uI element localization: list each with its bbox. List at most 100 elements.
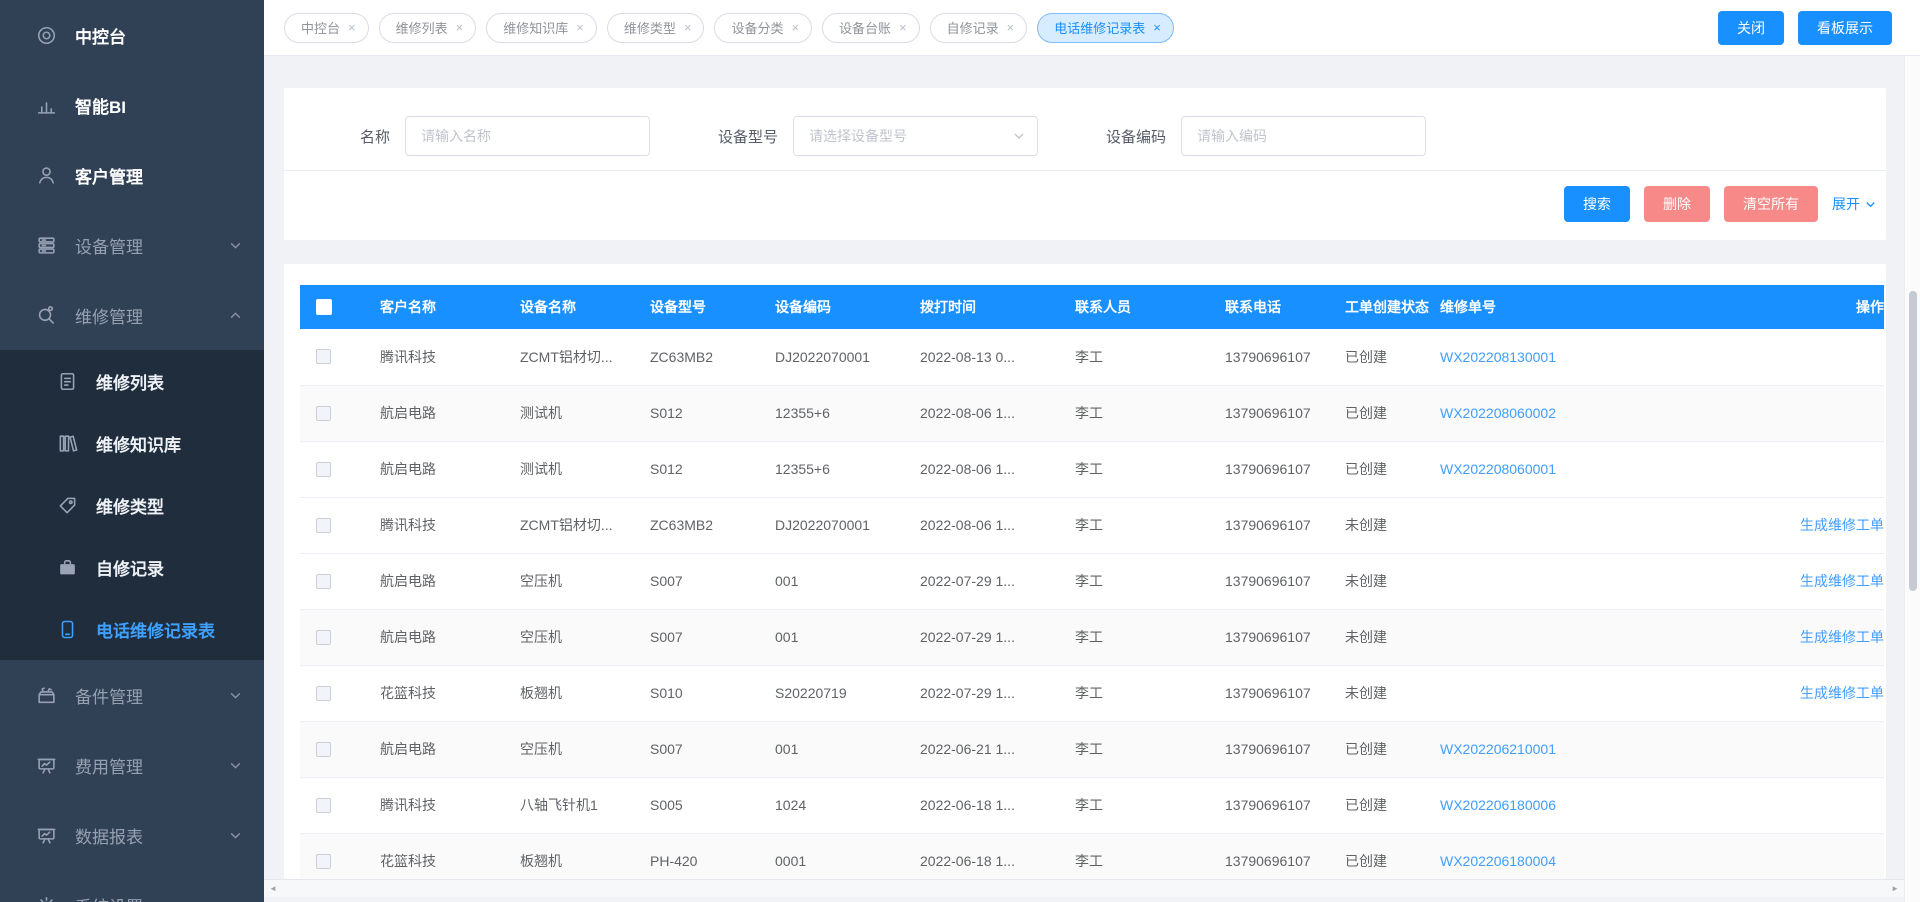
column-header: 设备编码 [775, 285, 920, 329]
cell-time: 2022-07-29 1... [920, 553, 1075, 609]
sidebar-item[interactable]: 备件管理 [0, 660, 264, 730]
tab[interactable]: 设备分类× [714, 13, 812, 43]
model-select-placeholder: 请选择设备型号 [809, 126, 907, 146]
cell-time: 2022-08-06 1... [920, 497, 1075, 553]
cell-contact: 李工 [1075, 721, 1225, 777]
sidebar-item[interactable]: 客户管理 [0, 140, 264, 210]
name-input[interactable] [405, 116, 650, 156]
tab-close-icon[interactable]: × [899, 20, 907, 35]
close-button[interactable]: 关闭 [1718, 11, 1784, 45]
tab[interactable]: 中控台× [284, 13, 369, 43]
chevron-up-icon [229, 309, 242, 322]
board-display-button[interactable]: 看板展示 [1798, 11, 1892, 45]
cell-customer: 航启电路 [380, 385, 520, 441]
cell-customer: 航启电路 [380, 609, 520, 665]
delete-button[interactable]: 删除 [1644, 186, 1710, 222]
sidebar-item[interactable]: 设备管理 [0, 210, 264, 280]
horizontal-scrollbar[interactable]: ◄ ► [264, 879, 1904, 897]
table-row: 花篮科技板翘机S010S202207192022-07-29 1...李工137… [300, 665, 1884, 721]
tab-close-icon[interactable]: × [791, 20, 799, 35]
row-checkbox[interactable] [316, 518, 331, 533]
repair-order-link[interactable]: WX202206210001 [1440, 741, 1556, 757]
row-checkbox[interactable] [316, 462, 331, 477]
sidebar-item[interactable]: 数据报表 [0, 800, 264, 870]
cell-code: 001 [775, 721, 920, 777]
row-checkbox[interactable] [316, 742, 331, 757]
repair-order-link[interactable]: WX202208060002 [1440, 405, 1556, 421]
chevron-down-icon [229, 829, 242, 842]
sidebar-subitem[interactable]: 电话维修记录表 [0, 598, 264, 660]
tab[interactable]: 维修列表× [379, 13, 477, 43]
row-checkbox[interactable] [316, 630, 331, 645]
code-input[interactable] [1181, 116, 1426, 156]
sidebar-item[interactable]: 费用管理 [0, 730, 264, 800]
column-header: 操作 [1650, 285, 1884, 329]
cell-order: WX202206180006 [1440, 777, 1650, 833]
sidebar-subitem[interactable]: 维修知识库 [0, 412, 264, 474]
tab-close-icon[interactable]: × [576, 20, 584, 35]
vertical-scrollbar[interactable] [1904, 56, 1920, 902]
cell-phone: 13790696107 [1225, 329, 1345, 385]
sidebar-subitem[interactable]: 自修记录 [0, 536, 264, 598]
tab[interactable]: 自修记录× [930, 13, 1028, 43]
chevron-down-icon [229, 759, 242, 772]
cell-action: 生成维修工单 [1650, 665, 1884, 721]
column-header: 设备名称 [520, 285, 650, 329]
customer-icon [36, 164, 60, 186]
sidebar-item[interactable]: 中控台 [0, 0, 264, 70]
tab-close-icon[interactable]: × [1007, 20, 1015, 35]
repair-order-link[interactable]: WX202208060001 [1440, 461, 1556, 477]
model-select[interactable]: 请选择设备型号 [793, 116, 1038, 156]
row-checkbox[interactable] [316, 406, 331, 421]
sidebar-item-label: 备件管理 [75, 683, 143, 708]
row-checkbox[interactable] [316, 349, 331, 364]
repair-order-link[interactable]: WX202206180006 [1440, 797, 1556, 813]
sidebar-item-label: 设备管理 [75, 233, 143, 258]
search-form: 名称 设备型号 请选择设备型号 设备编码 [284, 88, 1886, 156]
cell-action: 生成维修工单 [1650, 609, 1884, 665]
tab-close-icon[interactable]: × [456, 20, 464, 35]
scroll-right-arrow-icon[interactable]: ► [1891, 884, 1899, 893]
sidebar-subitem-label: 维修知识库 [96, 431, 181, 456]
cell-device: ZCMT铝材切... [520, 329, 650, 385]
generate-order-link[interactable]: 生成维修工单 [1800, 573, 1884, 589]
tab-close-icon[interactable]: × [1153, 20, 1161, 35]
select-all-checkbox[interactable] [316, 299, 332, 315]
vertical-scrollbar-thumb[interactable] [1909, 291, 1917, 591]
tab[interactable]: 维修类型× [607, 13, 705, 43]
clear-all-button[interactable]: 清空所有 [1724, 186, 1818, 222]
cell-status: 已创建 [1345, 329, 1440, 385]
table-header-row: 客户名称设备名称设备型号设备编码拨打时间联系人员联系电话工单创建状态维修单号操作 [300, 285, 1884, 329]
tab-close-icon[interactable]: × [684, 20, 692, 35]
tab[interactable]: 维修知识库× [486, 13, 597, 43]
sidebar-item[interactable]: 维修管理 [0, 280, 264, 350]
repair-order-link[interactable]: WX202206180004 [1440, 853, 1556, 869]
row-checkbox[interactable] [316, 854, 331, 869]
row-checkbox[interactable] [316, 686, 331, 701]
checkbox-cell [300, 441, 380, 497]
cell-customer: 花篮科技 [380, 833, 520, 879]
search-button[interactable]: 搜索 [1564, 186, 1630, 222]
sidebar-item[interactable]: 智能BI [0, 70, 264, 140]
repair-order-link[interactable]: WX202208130001 [1440, 349, 1556, 365]
generate-order-link[interactable]: 生成维修工单 [1800, 685, 1884, 701]
tab[interactable]: 设备台账× [822, 13, 920, 43]
sidebar-subitem-label: 自修记录 [96, 555, 164, 580]
row-checkbox[interactable] [316, 798, 331, 813]
sidebar-item[interactable]: 系统设置 [0, 870, 264, 902]
generate-order-link[interactable]: 生成维修工单 [1800, 517, 1884, 533]
name-form-item: 名称 [360, 116, 650, 156]
tab[interactable]: 电话维修记录表× [1037, 13, 1174, 43]
sidebar-subitem[interactable]: 维修列表 [0, 350, 264, 412]
cell-contact: 李工 [1075, 777, 1225, 833]
generate-order-link[interactable]: 生成维修工单 [1800, 629, 1884, 645]
records-table-panel: 客户名称设备名称设备型号设备编码拨打时间联系人员联系电话工单创建状态维修单号操作… [284, 264, 1886, 879]
row-checkbox[interactable] [316, 574, 331, 589]
cell-action: 生成维修工单 [1650, 553, 1884, 609]
sidebar-subitem[interactable]: 维修类型 [0, 474, 264, 536]
checkbox-cell [300, 833, 380, 879]
cell-model: S005 [650, 777, 775, 833]
tab-close-icon[interactable]: × [348, 20, 356, 35]
scroll-left-arrow-icon[interactable]: ◄ [269, 884, 277, 893]
expand-toggle[interactable]: 展开 [1832, 194, 1876, 214]
